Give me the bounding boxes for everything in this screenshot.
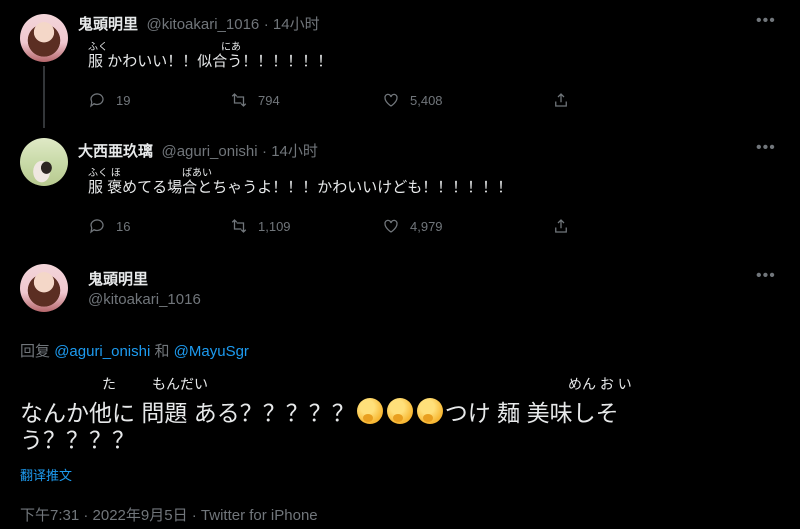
tweet-timestamp[interactable]: 下午7:31 · 2022年9月5日 · Twitter for iPhone [20, 504, 318, 525]
mention-link[interactable]: @aguri_onishi [54, 343, 150, 360]
furigana: ふく ほ [88, 168, 121, 179]
furigana: もんだい [152, 376, 208, 392]
like-button[interactable]: 4,979 [382, 217, 443, 235]
reply-prefix: 回复 [20, 343, 51, 360]
tweet-text-part: 服 [88, 53, 104, 70]
tweet-header: 大西亜玖璃 @aguri_onishi · 14小时 [78, 140, 318, 161]
reply-icon [90, 93, 104, 108]
thread-line [43, 66, 45, 128]
tweet-header: 鬼頭明里 @kitoakari_1016 · 14小时 [78, 13, 320, 34]
user-handle[interactable]: @kitoakari_1016 [146, 16, 259, 33]
reply-icon [90, 219, 104, 234]
like-count: 5,408 [410, 92, 443, 108]
replying-to: 回复 @aguri_onishi 和 @MayuSgr [20, 340, 249, 361]
avatar[interactable] [20, 138, 68, 186]
tweet-text-part: なんか [20, 400, 89, 426]
tweet-text-part: 場合 [167, 179, 198, 196]
reply-button[interactable]: 16 [88, 217, 130, 235]
tweet-text: なんか他に 問題 ある？？？？？ つけ 麺 美味しそ [20, 398, 619, 425]
furigana: ふく [88, 42, 108, 53]
tweet-text-part: 服 褒めてる [88, 179, 168, 196]
share-button[interactable] [552, 217, 570, 235]
avatar[interactable] [20, 14, 68, 62]
more-icon[interactable]: ••• [756, 12, 776, 30]
reply-count: 16 [116, 218, 131, 234]
tweet-text-part: 麺 [497, 400, 521, 426]
tweet-text-part: 似合う！！！！！！ [197, 53, 333, 70]
tweet-text: 服 かわいい！！似合う！！！！！！ [88, 54, 332, 69]
tweet-text-part: ある？？？？？ [193, 400, 355, 426]
furigana: めん お い [568, 376, 632, 392]
like-icon [384, 93, 398, 107]
tweet-time[interactable]: · 14小时 [262, 143, 318, 160]
display-name[interactable]: 鬼頭明里 [78, 16, 138, 33]
retweet-count: 1,109 [258, 218, 291, 234]
tweet-text-part: 美味しそ [526, 400, 619, 426]
share-icon [555, 219, 567, 233]
share-icon [555, 93, 567, 107]
furigana: にあ [221, 42, 241, 53]
mention-link[interactable]: @MayuSgr [174, 343, 249, 360]
reply-and: 和 [154, 343, 170, 360]
thinking-face-emoji [416, 398, 443, 424]
translate-tweet-link[interactable]: 翻译推文 [20, 465, 72, 484]
thinking-face-emoji [356, 398, 383, 424]
retweet-button[interactable]: 794 [230, 91, 280, 109]
reply-count: 19 [116, 92, 131, 108]
like-count: 4,979 [410, 218, 443, 234]
retweet-button[interactable]: 1,109 [230, 217, 291, 235]
tweet-text-part: つけ [444, 400, 491, 426]
like-button[interactable]: 5,408 [382, 91, 443, 109]
furigana: た [102, 376, 116, 392]
share-button[interactable] [552, 91, 570, 109]
tweet-time[interactable]: · 14小时 [264, 16, 320, 33]
display-name[interactable]: 大西亜玖璃 [78, 143, 153, 160]
display-name[interactable]: 鬼頭明里 [88, 268, 148, 289]
tweet-text-part: 問題 [141, 400, 188, 426]
more-icon[interactable]: ••• [756, 139, 776, 157]
tweet-text-part: かわいい！！ [107, 53, 198, 70]
user-handle[interactable]: @aguri_onishi [161, 143, 257, 160]
user-handle[interactable]: @kitoakari_1016 [88, 291, 201, 308]
reply-button[interactable]: 19 [88, 91, 130, 109]
retweet-icon [231, 219, 247, 233]
thinking-face-emoji [386, 398, 413, 424]
tweet-text-part: 他に [89, 400, 135, 426]
more-icon[interactable]: ••• [756, 267, 776, 285]
tweet-text-part: とちゃうよ！！！かわいいけども！！！！！！ [197, 179, 513, 196]
retweet-icon [231, 93, 247, 107]
tweet-text-line2: う？？？？ [20, 427, 135, 453]
tweet-text: 服 褒めてる場合とちゃうよ！！！かわいいけども！！！！！！ [88, 180, 512, 195]
avatar[interactable] [20, 264, 68, 312]
like-icon [384, 219, 398, 233]
furigana: ばあい [182, 168, 212, 179]
retweet-count: 794 [258, 92, 280, 108]
